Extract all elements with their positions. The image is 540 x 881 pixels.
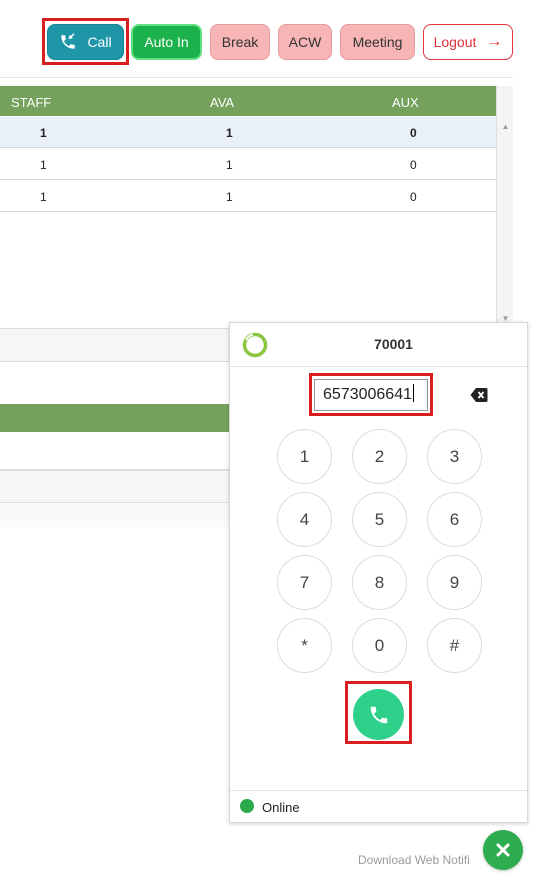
keypad-key-0[interactable]: 0: [352, 618, 407, 673]
table-row[interactable]: 1 1 0: [0, 181, 496, 212]
cell-aux: 0: [410, 190, 417, 204]
table-scrollbar[interactable]: ▲ ▼: [496, 86, 513, 326]
cell-staff: 1: [40, 190, 47, 204]
cell-ava: 1: [226, 190, 233, 204]
background-panel-bar: [0, 470, 230, 503]
softphone-dialer: 70001 6573006641 1 2 3 4 5 6 7 8 9 * 0 #…: [229, 322, 528, 823]
dial-call-button[interactable]: [353, 689, 404, 740]
phone-icon: [370, 706, 387, 723]
stats-table-header: STAFF AVA AUX: [0, 86, 496, 116]
acw-button[interactable]: ACW: [278, 24, 332, 60]
keypad-key-3[interactable]: 3: [427, 429, 482, 484]
cell-staff: 1: [40, 158, 47, 172]
column-header-aux: AUX: [392, 95, 419, 110]
arrow-right-icon: →: [486, 33, 503, 50]
phone-number-value: 6573006641: [323, 386, 412, 403]
keypad-key-hash[interactable]: #: [427, 618, 482, 673]
keypad-key-5[interactable]: 5: [352, 492, 407, 547]
keypad-key-4[interactable]: 4: [277, 492, 332, 547]
break-button[interactable]: Break: [210, 24, 270, 60]
cell-aux: 0: [410, 126, 417, 140]
text-caret: [412, 384, 414, 402]
keypad-key-2[interactable]: 2: [352, 429, 407, 484]
call-button[interactable]: Call: [47, 24, 124, 60]
background-table-row: [0, 432, 230, 470]
phone-number-input[interactable]: 6573006641: [314, 379, 428, 411]
online-status-dot: [240, 799, 254, 813]
download-notification-text[interactable]: Download Web Notifi: [358, 853, 470, 867]
extension-number: 70001: [374, 336, 413, 352]
column-header-staff: STAFF: [11, 95, 52, 110]
background-table-header: [0, 404, 230, 432]
backspace-icon[interactable]: [470, 387, 488, 403]
keypad-key-1[interactable]: 1: [277, 429, 332, 484]
keypad-key-8[interactable]: 8: [352, 555, 407, 610]
cell-ava: 1: [226, 158, 233, 172]
keypad-key-9[interactable]: 9: [427, 555, 482, 610]
table-row[interactable]: 1 1 0: [0, 117, 496, 148]
keypad-key-star[interactable]: *: [277, 618, 332, 673]
auto-in-button[interactable]: Auto In: [131, 24, 202, 60]
phone-call-icon: [61, 33, 76, 49]
logout-button[interactable]: Logout →: [423, 24, 513, 60]
status-text: Online: [262, 800, 300, 815]
column-header-ava: AVA: [210, 95, 235, 110]
toolbar-divider: [0, 77, 513, 78]
cell-ava: 1: [226, 126, 233, 140]
cell-staff: 1: [40, 126, 47, 140]
dialer-header: 70001: [230, 323, 527, 367]
background-panel-footer: [0, 503, 230, 527]
table-row[interactable]: 1 1 0: [0, 149, 496, 180]
stats-table: STAFF AVA AUX 1 1 0 1 1 0 1 1 0 ▲ ▼: [0, 86, 513, 326]
dialer-status-bar: Online: [230, 790, 527, 822]
keypad-key-7[interactable]: 7: [277, 555, 332, 610]
cell-aux: 0: [410, 158, 417, 172]
scroll-up-icon[interactable]: ▲: [497, 122, 514, 131]
close-icon: [496, 843, 510, 857]
background-panel-bar: [0, 328, 230, 362]
keypad-key-6[interactable]: 6: [427, 492, 482, 547]
call-button-label: Call: [87, 34, 112, 50]
meeting-button[interactable]: Meeting: [340, 24, 415, 60]
close-dialer-button[interactable]: [483, 830, 523, 870]
logout-label: Logout: [433, 34, 477, 50]
